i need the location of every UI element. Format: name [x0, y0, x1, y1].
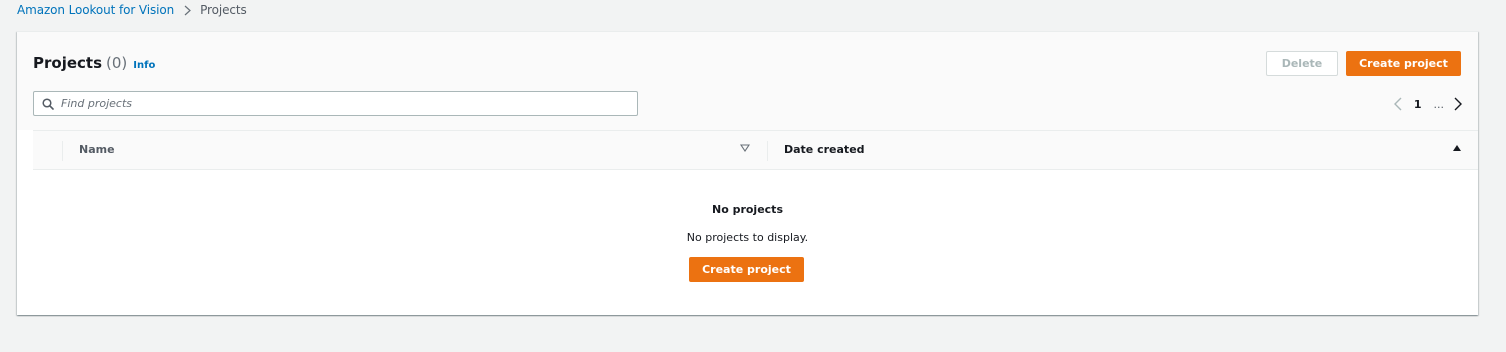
chevron-left-icon[interactable] — [1393, 97, 1402, 111]
title-text: Projects — [33, 54, 103, 72]
pagination: 1 ... — [1393, 96, 1462, 112]
empty-state-title: No projects — [711, 203, 783, 216]
delete-button[interactable]: Delete — [1266, 51, 1338, 76]
breadcrumb-link-service[interactable]: Amazon Lookout for Vision — [17, 3, 174, 17]
create-project-empty-button[interactable]: Create project — [689, 257, 804, 282]
page-title: Projects (0) Info — [33, 54, 155, 72]
column-header-name[interactable]: Name — [79, 143, 115, 156]
column-divider — [767, 141, 768, 161]
create-project-button[interactable]: Create project — [1346, 51, 1461, 76]
search-icon — [42, 97, 54, 110]
page-ellipsis: ... — [1433, 97, 1445, 111]
column-header-date-created[interactable]: Date created — [784, 143, 865, 156]
empty-state-description: No projects to display. — [686, 231, 809, 244]
search-field[interactable] — [33, 91, 638, 116]
chevron-right-icon — [184, 5, 191, 16]
breadcrumb-current: Projects — [200, 3, 247, 17]
info-link[interactable]: Info — [133, 60, 155, 71]
projects-table-container: Projects (0) Info Delete Create project … — [17, 31, 1478, 315]
table-header-row: Name Date created — [33, 130, 1478, 170]
project-count: (0) — [106, 54, 128, 72]
caret-up-filled-icon[interactable] — [1452, 144, 1462, 152]
page-number[interactable]: 1 — [1414, 98, 1422, 111]
column-divider — [62, 141, 63, 161]
chevron-right-icon[interactable] — [1454, 97, 1462, 111]
breadcrumb: Amazon Lookout for Vision Projects — [17, 3, 247, 17]
search-input[interactable] — [61, 93, 601, 114]
caret-down-outline-icon[interactable] — [740, 144, 750, 152]
